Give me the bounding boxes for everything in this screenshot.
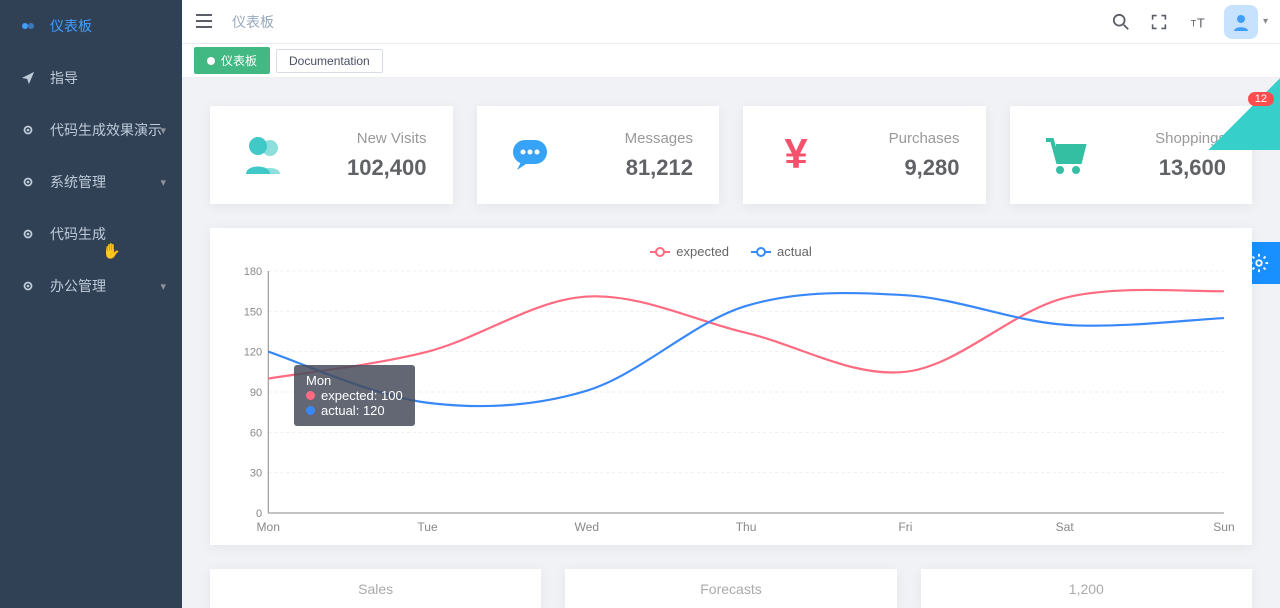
stat-card-visits[interactable]: New Visits 102,400 xyxy=(210,106,453,204)
svg-text:T: T xyxy=(1197,16,1205,30)
legend-label: expected xyxy=(676,244,729,259)
chat-icon xyxy=(503,128,557,182)
legend-swatch-icon xyxy=(650,247,670,257)
chevron-down-icon: ▾ xyxy=(160,176,166,189)
svg-text:Mon: Mon xyxy=(257,520,280,534)
legend-label: actual xyxy=(777,244,812,259)
active-dot-icon xyxy=(207,57,215,65)
chevron-down-icon: ▾ xyxy=(160,280,166,293)
stat-label: New Visits xyxy=(347,130,427,147)
gear-icon xyxy=(20,226,36,242)
sidebar-item-codegen-demo[interactable]: 代码生成效果演示 ▾ xyxy=(0,104,182,156)
svg-text:T: T xyxy=(1191,18,1197,28)
notification-badge: 12 xyxy=(1248,92,1274,106)
sidebar-item-codegen[interactable]: 代码生成 xyxy=(0,208,182,260)
svg-text:Sat: Sat xyxy=(1056,520,1075,534)
sidebar-item-dashboard[interactable]: 仪表板 xyxy=(0,0,182,52)
mini-panel-sales[interactable]: Sales xyxy=(210,569,541,608)
breadcrumb: 仪表板 xyxy=(232,12,274,32)
stat-row: New Visits 102,400 Messages 81,212 ¥ xyxy=(210,106,1252,204)
people-icon xyxy=(236,128,290,182)
svg-text:120: 120 xyxy=(244,347,262,359)
lower-row: Sales Forecasts 1,200 xyxy=(210,569,1252,608)
mini-panel-forecasts[interactable]: Forecasts xyxy=(565,569,896,608)
stat-value: 102,400 xyxy=(347,155,427,181)
svg-text:180: 180 xyxy=(244,266,262,278)
svg-text:Fri: Fri xyxy=(898,520,912,534)
sidebar-item-label: 仪表板 xyxy=(50,16,92,36)
svg-text:Thu: Thu xyxy=(736,520,757,534)
topbar: 仪表板 TT ▾ xyxy=(182,0,1280,44)
sidebar-item-label: 办公管理 xyxy=(50,276,106,296)
stat-value: 9,280 xyxy=(889,155,960,181)
content: 12 New Visits 102,400 xyxy=(182,78,1280,608)
mini-panel-value[interactable]: 1,200 xyxy=(921,569,1252,608)
gear-icon xyxy=(20,122,36,138)
tab-dashboard[interactable]: 仪表板 xyxy=(194,47,270,74)
svg-text:150: 150 xyxy=(244,306,262,318)
main: 仪表板 TT ▾ 仪表板 xyxy=(182,0,1280,608)
legend-item-actual[interactable]: actual xyxy=(751,244,812,259)
text-size-icon[interactable]: TT xyxy=(1186,11,1208,33)
fullscreen-icon[interactable] xyxy=(1148,11,1170,33)
sidebar: 仪表板 指导 代码生成效果演示 ▾ 系统管理 ▾ 代码生成 xyxy=(0,0,182,608)
stat-value: 13,600 xyxy=(1155,155,1226,181)
avatar xyxy=(1224,5,1258,39)
tabs-bar: 仪表板 Documentation xyxy=(182,44,1280,78)
svg-text:0: 0 xyxy=(256,508,262,520)
search-icon[interactable] xyxy=(1110,11,1132,33)
tab-documentation[interactable]: Documentation xyxy=(276,49,383,73)
cart-icon xyxy=(1036,128,1090,182)
sidebar-item-label: 代码生成效果演示 xyxy=(50,120,162,140)
sidebar-item-office[interactable]: 办公管理 ▾ xyxy=(0,260,182,312)
legend-swatch-icon xyxy=(751,247,771,257)
chevron-down-icon: ▾ xyxy=(1263,16,1268,27)
line-chart[interactable]: 0306090120150180MonTueWedThuFriSatSun Mo… xyxy=(228,265,1234,535)
svg-text:Wed: Wed xyxy=(575,520,600,534)
yen-icon: ¥ xyxy=(769,128,823,182)
hamburger-icon[interactable] xyxy=(194,11,216,33)
svg-text:Tue: Tue xyxy=(417,520,438,534)
tab-label: Documentation xyxy=(289,54,370,68)
stat-card-purchases[interactable]: ¥ Purchases 9,280 xyxy=(743,106,986,204)
svg-text:90: 90 xyxy=(250,387,262,399)
chart-legend: expected actual xyxy=(228,244,1234,259)
stat-card-messages[interactable]: Messages 81,212 xyxy=(477,106,720,204)
stat-value: 81,212 xyxy=(625,155,693,181)
stat-label: Purchases xyxy=(889,130,960,147)
tab-label: 仪表板 xyxy=(221,52,257,69)
svg-text:¥: ¥ xyxy=(784,130,808,177)
sidebar-item-label: 代码生成 xyxy=(50,224,106,244)
corner-fold[interactable]: 12 xyxy=(1208,78,1280,150)
legend-item-expected[interactable]: expected xyxy=(650,244,729,259)
line-chart-card: expected actual 0 30 60 90 120 150 180 Mon Tue We… xyxy=(210,228,1252,545)
paper-plane-icon xyxy=(20,70,36,86)
svg-text:30: 30 xyxy=(250,468,262,480)
sidebar-item-label: 系统管理 xyxy=(50,172,106,192)
sidebar-item-system[interactable]: 系统管理 ▾ xyxy=(0,156,182,208)
user-menu[interactable]: ▾ xyxy=(1224,5,1268,39)
chevron-down-icon: ▾ xyxy=(160,124,166,137)
sidebar-item-guide[interactable]: 指导 xyxy=(0,52,182,104)
gear-icon xyxy=(20,278,36,294)
svg-text:Sun: Sun xyxy=(1213,520,1234,534)
stat-label: Messages xyxy=(625,130,693,147)
sidebar-item-label: 指导 xyxy=(50,68,78,88)
dashboard-icon xyxy=(20,18,36,34)
gear-icon xyxy=(20,174,36,190)
svg-text:60: 60 xyxy=(250,427,262,439)
